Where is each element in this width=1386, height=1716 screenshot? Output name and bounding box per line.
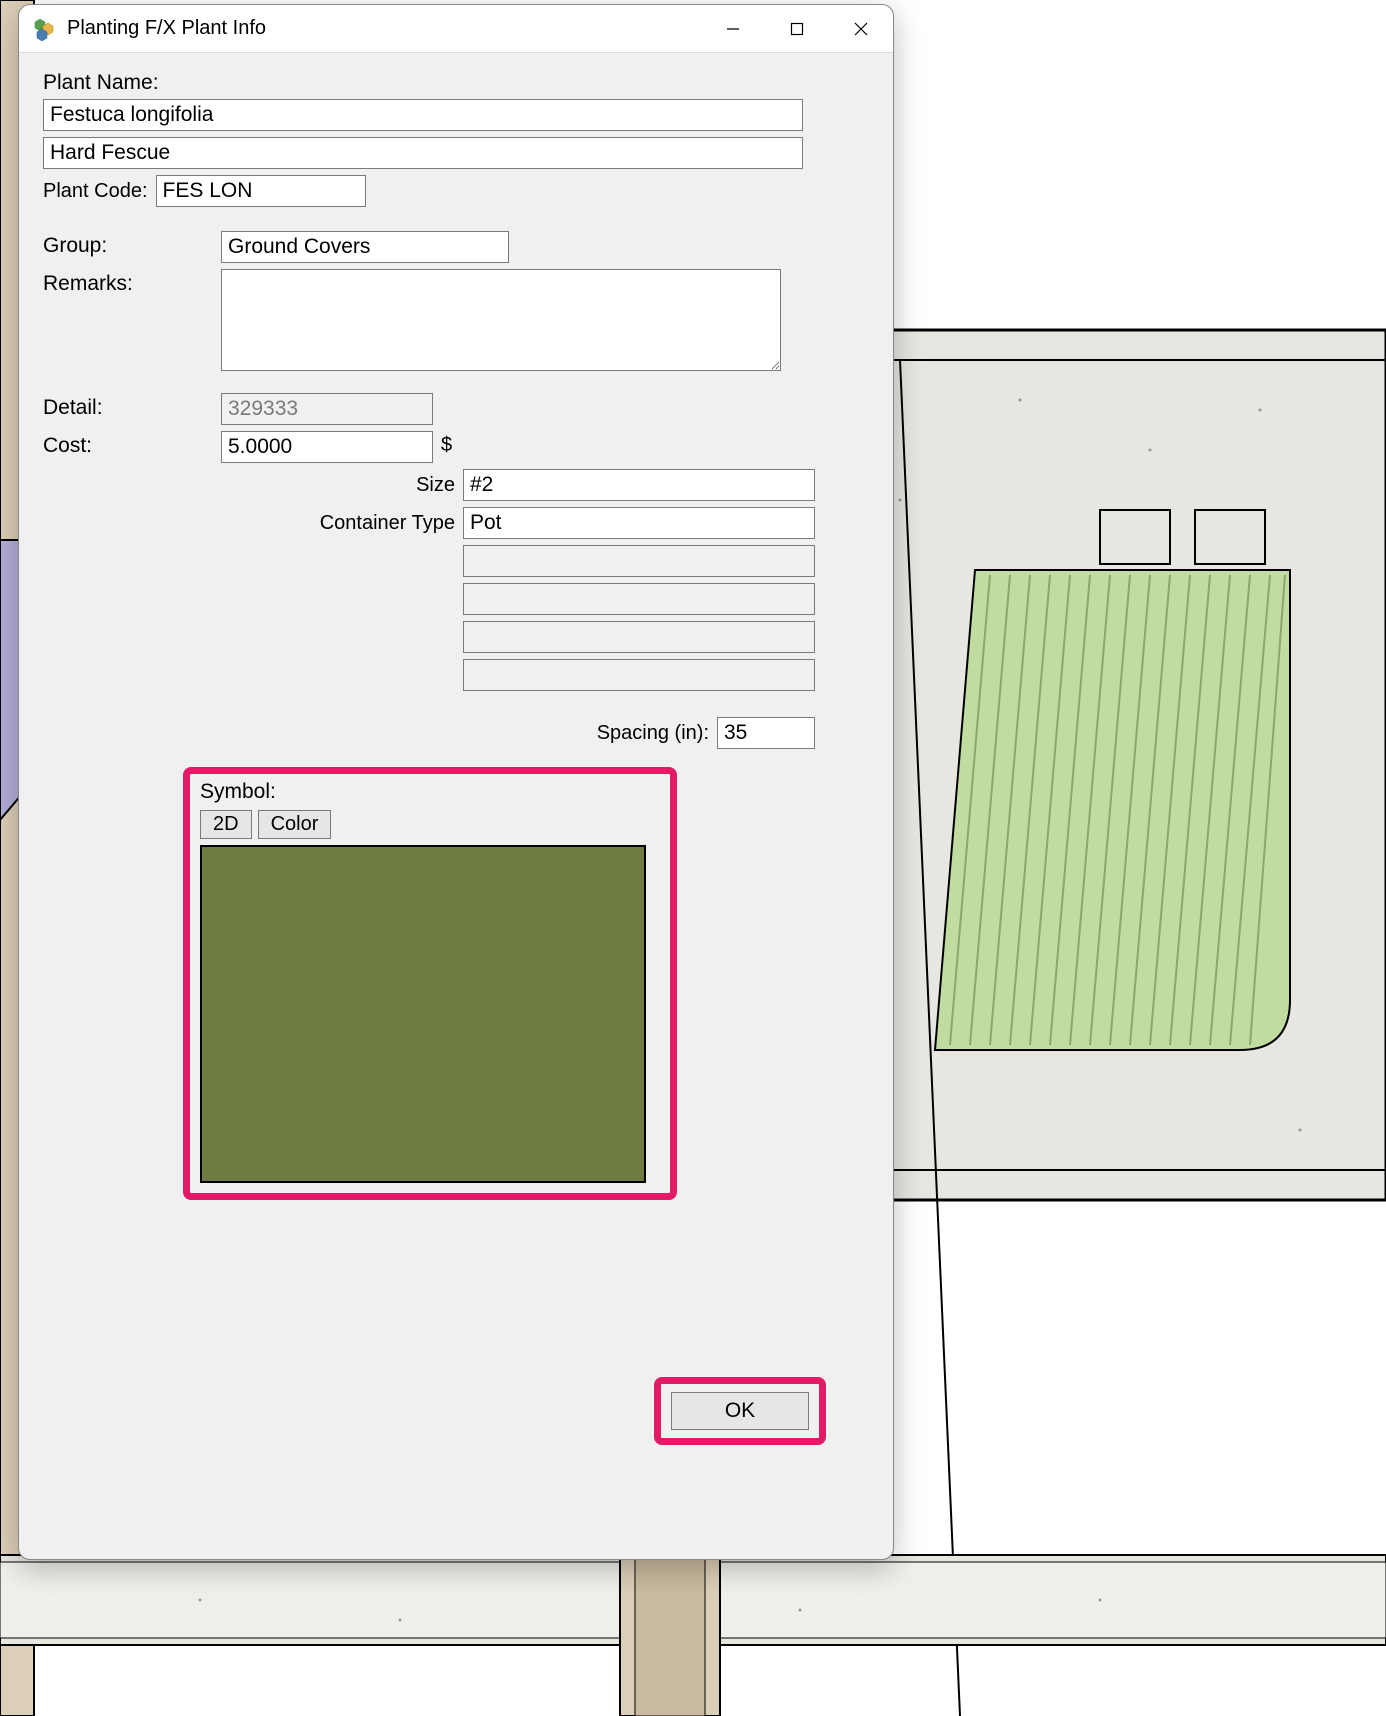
plant-name-label: Plant Name: [43,71,869,95]
plant-code-input[interactable] [156,175,366,207]
container-type-label: Container Type [320,512,455,535]
app-icon [33,17,57,41]
currency-label: $ [441,431,452,457]
common-name-input[interactable] [43,137,803,169]
symbol-highlight: Symbol: 2D Color [183,767,677,1200]
ok-highlight: OK [654,1377,826,1445]
cost-label: Cost: [43,431,221,458]
symbol-label: Symbol: [200,780,660,804]
extra-input-3 [463,621,815,653]
size-label: Size [416,474,455,497]
extra-input-4 [463,659,815,691]
close-button[interactable] [829,5,893,53]
ok-button[interactable]: OK [671,1392,809,1430]
symbol-2d-button[interactable]: 2D [200,810,252,839]
maximize-button[interactable] [765,5,829,53]
size-input[interactable] [463,469,815,501]
extra-input-1 [463,545,815,577]
detail-input [221,393,433,425]
detail-label: Detail: [43,393,221,420]
symbol-group: Symbol: 2D Color [190,774,670,1193]
spacing-input[interactable] [717,717,815,749]
spacing-label: Spacing (in): [597,722,709,745]
remarks-input[interactable] [221,269,781,371]
symbol-color-button[interactable]: Color [258,810,332,839]
extra-input-2 [463,583,815,615]
symbol-swatch[interactable] [200,845,646,1183]
container-type-input[interactable] [463,507,815,539]
botanical-name-input[interactable] [43,99,803,131]
minimize-button[interactable] [701,5,765,53]
plant-code-label: Plant Code: [43,180,148,203]
cost-input[interactable] [221,431,433,463]
group-input[interactable] [221,231,509,263]
group-label: Group: [43,231,221,258]
plant-info-dialog: Planting F/X Plant Info Plant Name: Plan… [18,4,894,1560]
remarks-label: Remarks: [43,269,221,296]
titlebar[interactable]: Planting F/X Plant Info [19,5,893,53]
window-title: Planting F/X Plant Info [67,17,701,40]
